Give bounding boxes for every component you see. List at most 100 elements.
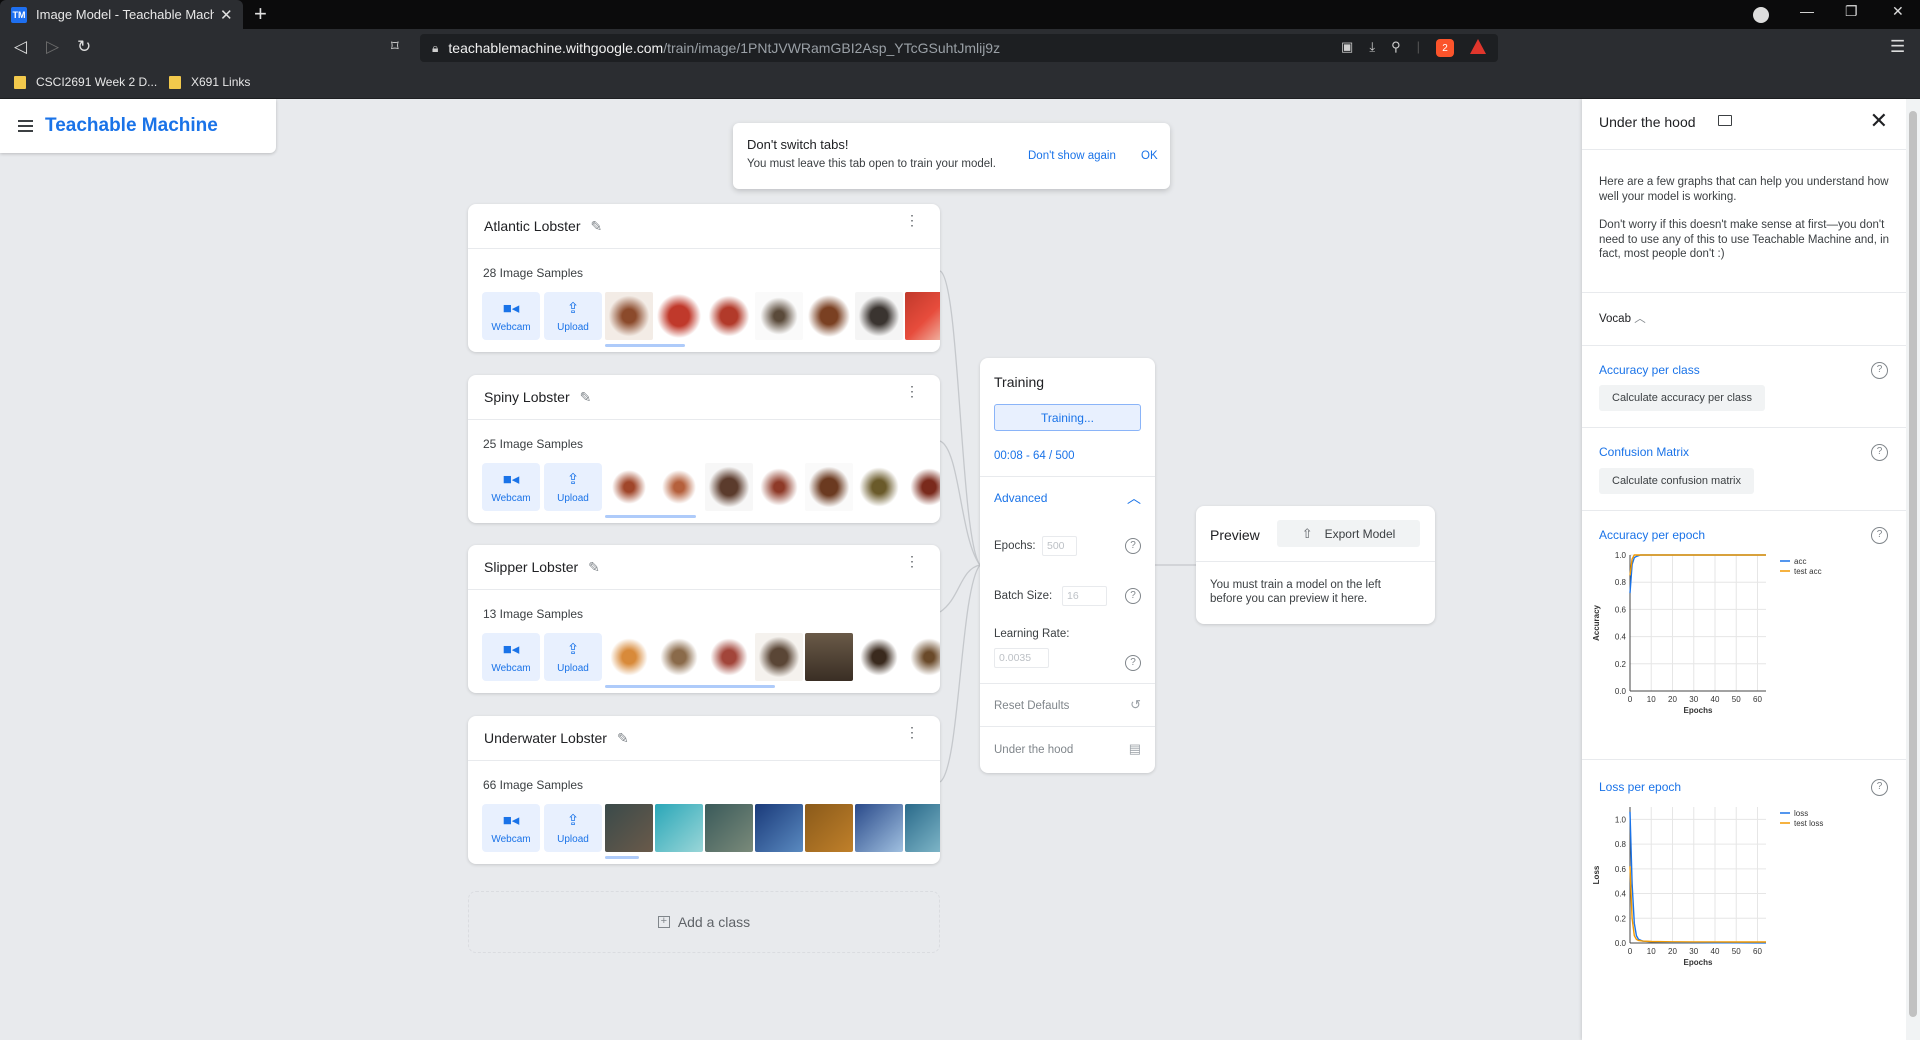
brave-shields-icon[interactable]: 2 xyxy=(1436,39,1454,57)
thumbnail-scrollbar[interactable] xyxy=(605,685,775,688)
camera-blocked-icon[interactable]: ▣ xyxy=(1341,39,1353,57)
minimize-icon[interactable]: — xyxy=(1800,3,1814,19)
upload-button[interactable]: ⇪ Upload xyxy=(544,633,602,681)
export-model-button[interactable]: ⇧ Export Model xyxy=(1277,520,1420,547)
edit-pencil-icon[interactable]: ✎ xyxy=(588,559,600,576)
reload-icon[interactable]: ↻ xyxy=(77,37,91,57)
history-icon[interactable]: ↺ xyxy=(1130,697,1141,713)
webcam-button[interactable]: ■◂ Webcam xyxy=(482,292,540,340)
sample-thumbnails[interactable] xyxy=(605,292,940,340)
learning-rate-help-icon[interactable]: ? xyxy=(1125,655,1141,671)
under-the-hood-button[interactable]: Under the hood xyxy=(994,744,1073,756)
help-icon[interactable]: ? xyxy=(1871,362,1888,379)
browser-menu-icon[interactable]: ☰ xyxy=(1890,37,1905,57)
chevron-up-icon[interactable]: ︿ xyxy=(1127,488,1141,508)
epochs-help-icon[interactable]: ? xyxy=(1125,538,1141,554)
edit-pencil-icon[interactable]: ✎ xyxy=(617,730,629,747)
class-options-icon[interactable]: ⋮ xyxy=(905,384,919,398)
advanced-toggle[interactable]: Advanced xyxy=(994,491,1047,505)
sample-thumbnail[interactable] xyxy=(805,804,853,852)
class-name[interactable]: Underwater Lobster xyxy=(484,730,607,746)
sample-thumbnail[interactable] xyxy=(755,804,803,852)
class-name[interactable]: Spiny Lobster xyxy=(484,389,570,405)
sample-thumbnail[interactable] xyxy=(755,292,803,340)
class-options-icon[interactable]: ⋮ xyxy=(905,725,919,739)
reset-defaults-button[interactable]: Reset Defaults xyxy=(994,700,1069,712)
sample-thumbnail[interactable] xyxy=(655,292,703,340)
sample-thumbnail[interactable] xyxy=(855,633,903,681)
edit-pencil-icon[interactable]: ✎ xyxy=(591,218,603,235)
sample-thumbnails[interactable] xyxy=(605,804,940,852)
thumbnail-scrollbar[interactable] xyxy=(605,856,639,859)
class-options-icon[interactable]: ⋮ xyxy=(905,554,919,568)
sample-thumbnail[interactable] xyxy=(605,292,653,340)
upload-button[interactable]: ⇪ Upload xyxy=(544,292,602,340)
new-tab-icon[interactable]: + xyxy=(254,2,267,26)
sample-thumbnail[interactable] xyxy=(805,463,853,511)
close-icon[interactable]: ✕ xyxy=(1870,108,1888,134)
sample-thumbnail[interactable] xyxy=(605,633,653,681)
brave-rewards-icon[interactable] xyxy=(1470,39,1486,54)
sample-thumbnail[interactable] xyxy=(805,633,853,681)
profile-menu-icon[interactable] xyxy=(1753,7,1769,23)
sample-thumbnail[interactable] xyxy=(905,633,940,681)
learning-rate-input[interactable]: 0.0035 xyxy=(994,648,1049,668)
download-icon[interactable]: ⤓ xyxy=(1369,39,1375,57)
sample-thumbnail[interactable] xyxy=(905,292,940,340)
forward-icon[interactable]: ▷ xyxy=(46,37,59,57)
dont-show-again-button[interactable]: Don't show again xyxy=(1028,150,1116,162)
sample-thumbnail[interactable] xyxy=(855,463,903,511)
sample-thumbnails[interactable] xyxy=(605,463,940,511)
train-model-button[interactable]: Training... xyxy=(994,404,1141,431)
hamburger-menu-icon[interactable] xyxy=(18,117,33,135)
browser-tab[interactable]: TM Image Model - Teachable Machine ✕ xyxy=(0,0,243,29)
bookmark-item[interactable]: CSCI2691 Week 2 D... xyxy=(14,75,157,89)
sample-thumbnails[interactable] xyxy=(605,633,940,681)
edit-pencil-icon[interactable]: ✎ xyxy=(580,389,592,406)
tab-close-icon[interactable]: ✕ xyxy=(220,6,233,24)
thumbnail-scrollbar[interactable] xyxy=(605,515,696,518)
sample-thumbnail[interactable] xyxy=(905,463,940,511)
webcam-button[interactable]: ■◂ Webcam xyxy=(482,804,540,852)
help-icon[interactable]: ? xyxy=(1871,779,1888,796)
sample-thumbnail[interactable] xyxy=(605,463,653,511)
class-name[interactable]: Slipper Lobster xyxy=(484,559,578,575)
scrollbar-thumb[interactable] xyxy=(1909,111,1917,1017)
thumbnail-scrollbar[interactable] xyxy=(605,344,685,347)
sample-thumbnail[interactable] xyxy=(705,633,753,681)
sample-thumbnail[interactable] xyxy=(855,804,903,852)
calculate-confusion-button[interactable]: Calculate confusion matrix xyxy=(1599,468,1755,494)
class-options-icon[interactable]: ⋮ xyxy=(905,213,919,227)
class-name[interactable]: Atlantic Lobster xyxy=(484,218,581,234)
sample-thumbnail[interactable] xyxy=(705,463,753,511)
sample-thumbnail[interactable] xyxy=(905,804,940,852)
restore-icon[interactable]: ❐ xyxy=(1845,3,1858,20)
upload-button[interactable]: ⇪ Upload xyxy=(544,804,602,852)
help-icon[interactable]: ? xyxy=(1871,527,1888,544)
toast-ok-button[interactable]: OK xyxy=(1141,150,1158,162)
sample-thumbnail[interactable] xyxy=(805,292,853,340)
bookmark-item[interactable]: X691 Links xyxy=(169,75,250,89)
zoom-icon[interactable]: ⚲ xyxy=(1391,39,1401,57)
address-bar[interactable]: 🔒︎ teachablemachine.withgoogle.com/train… xyxy=(420,34,1498,62)
add-class-button[interactable]: + Add a class xyxy=(468,891,940,953)
sample-thumbnail[interactable] xyxy=(755,463,803,511)
sample-thumbnail[interactable] xyxy=(605,804,653,852)
batch-size-help-icon[interactable]: ? xyxy=(1125,588,1141,604)
batch-size-select[interactable]: 16 xyxy=(1062,586,1107,606)
webcam-button[interactable]: ■◂ Webcam xyxy=(482,463,540,511)
back-icon[interactable]: ◁ xyxy=(14,37,27,57)
sample-thumbnail[interactable] xyxy=(705,804,753,852)
bar-chart-icon[interactable]: ▤ xyxy=(1129,741,1141,757)
window-close-icon[interactable]: ✕ xyxy=(1892,3,1904,20)
webcam-button[interactable]: ■◂ Webcam xyxy=(482,633,540,681)
sample-thumbnail[interactable] xyxy=(855,292,903,340)
bookmark-icon[interactable]: ⌑ xyxy=(391,37,399,55)
sample-thumbnail[interactable] xyxy=(655,804,703,852)
sample-thumbnail[interactable] xyxy=(655,633,703,681)
sample-thumbnail[interactable] xyxy=(755,633,803,681)
epochs-input[interactable]: 500 xyxy=(1042,536,1077,556)
sample-thumbnail[interactable] xyxy=(705,292,753,340)
vocab-toggle[interactable]: Vocab ︿ xyxy=(1599,310,1646,326)
app-logo[interactable]: Teachable Machine xyxy=(45,115,218,137)
